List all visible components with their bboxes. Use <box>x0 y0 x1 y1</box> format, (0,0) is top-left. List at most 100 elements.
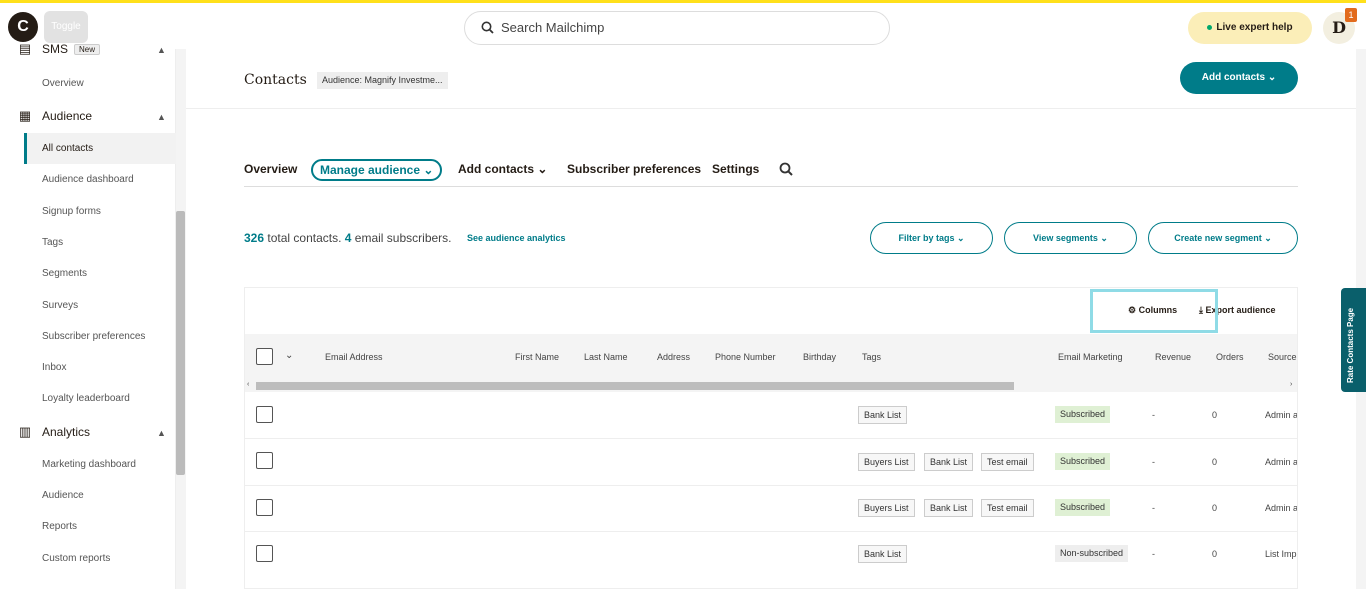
add-contacts-button[interactable]: Add contacts ⌄ <box>1180 62 1298 94</box>
notification-badge: 1 <box>1345 8 1357 22</box>
rate-page-feedback-tab[interactable]: Rate Contacts Page <box>1341 288 1366 392</box>
revenue-cell: - <box>1152 410 1155 420</box>
orders-cell: 0 <box>1212 410 1218 420</box>
row-checkbox[interactable] <box>256 499 273 516</box>
source-cell: List Imp <box>1265 549 1297 559</box>
button-label: View segments <box>1033 233 1098 243</box>
audience-tabs: Overview Manage audience ⌄ Add contacts … <box>244 159 1298 187</box>
status-badge: Non-subscribed <box>1055 545 1129 562</box>
row-checkbox[interactable] <box>256 406 273 423</box>
column-header[interactable]: Tags <box>862 352 881 362</box>
sidebar-section-sms[interactable]: ▤ SMS New <box>16 41 101 57</box>
sidebar <box>0 49 176 589</box>
sidebar-item-marketing-dashboard[interactable]: Marketing dashboard <box>42 459 136 470</box>
button-label: Filter by tags <box>898 233 955 243</box>
column-header[interactable]: First Name <box>515 352 559 362</box>
status-badge: Subscribed <box>1055 406 1111 423</box>
expert-help-label: Live expert help <box>1216 22 1293 33</box>
status-badge: Subscribed <box>1055 499 1111 516</box>
sidebar-section-label: Analytics <box>42 425 91 439</box>
total-count: 326 <box>244 231 265 245</box>
search-input[interactable]: Search Mailchimp <box>464 11 890 45</box>
new-badge: New <box>74 43 101 55</box>
sidebar-item-subscriber-preferences[interactable]: Subscriber preferences <box>42 331 145 342</box>
sidebar-item-tags[interactable]: Tags <box>42 237 63 248</box>
chevron-down-icon: ⌄ <box>1267 72 1277 83</box>
revenue-cell: - <box>1152 503 1155 513</box>
chevron-up-icon[interactable]: ▲ <box>157 428 166 438</box>
row-checkbox[interactable] <box>256 452 273 469</box>
sidebar-item-signup-forms[interactable]: Signup forms <box>42 206 101 217</box>
row-divider <box>245 485 1297 486</box>
mailchimp-logo-icon[interactable]: C <box>8 12 38 42</box>
sidebar-item-loyalty-leaderboard[interactable]: Loyalty leaderboard <box>42 393 130 404</box>
column-header[interactable]: Revenue <box>1155 352 1191 362</box>
contact-summary: 326 total contacts. 4 email subscribers. <box>244 231 452 245</box>
top-bar: C Toggle Search Mailchimp Live expert he… <box>0 3 1366 49</box>
sidebar-item-surveys[interactable]: Surveys <box>42 300 78 311</box>
tab-settings[interactable]: Settings <box>712 162 759 176</box>
tag-chip: Bank List <box>858 545 908 563</box>
audience-icon: ▦ <box>18 108 32 123</box>
column-header[interactable]: Address <box>657 352 690 362</box>
tab-add-contacts[interactable]: Add contacts ⌄ <box>458 162 547 176</box>
column-header[interactable]: Email Address <box>325 352 383 362</box>
sidebar-item-analytics-audience[interactable]: Audience <box>42 490 84 501</box>
orders-cell: 0 <box>1212 549 1218 559</box>
sidebar-section-label: Audience <box>42 109 93 123</box>
sidebar-item-audience-dashboard[interactable]: Audience dashboard <box>42 174 134 185</box>
column-header[interactable]: Source <box>1268 352 1297 362</box>
see-audience-analytics-link[interactable]: See audience analytics <box>467 233 566 243</box>
table-scrollbar-thumb[interactable] <box>256 382 1014 390</box>
live-expert-help-button[interactable]: Live expert help <box>1188 12 1312 44</box>
view-segments-button[interactable]: View segments ⌄ <box>1004 222 1137 254</box>
tag-chip: Buyers List <box>858 453 915 471</box>
sidebar-toggle-button[interactable]: Toggle <box>44 11 88 43</box>
status-badge: Subscribed <box>1055 453 1111 470</box>
tag-chip: Bank List <box>858 406 908 424</box>
orders-cell: 0 <box>1212 457 1218 467</box>
row-divider <box>245 531 1297 532</box>
tag-chip: Bank List <box>924 453 974 471</box>
sidebar-item-custom-reports[interactable]: Custom reports <box>42 553 110 564</box>
column-header[interactable]: Phone Number <box>715 352 776 362</box>
sidebar-scrollbar-thumb[interactable] <box>176 211 185 475</box>
filter-by-tags-button[interactable]: Filter by tags ⌄ <box>870 222 993 254</box>
total-label: total contacts. <box>267 231 342 245</box>
chevron-up-icon[interactable]: ▲ <box>157 45 166 55</box>
sidebar-item-all-contacts[interactable]: All contacts <box>42 143 93 154</box>
sidebar-item-sms-overview[interactable]: Overview <box>42 78 84 89</box>
scroll-left-icon[interactable]: ‹ <box>247 381 249 388</box>
sms-icon: ▤ <box>18 41 32 56</box>
tab-label: Add contacts <box>458 162 535 176</box>
audience-chip[interactable]: Audience: Magnify Investme... <box>317 72 448 89</box>
row-checkbox[interactable] <box>256 545 273 562</box>
create-new-segment-button[interactable]: Create new segment ⌄ <box>1148 222 1298 254</box>
select-all-checkbox[interactable] <box>256 348 273 365</box>
sidebar-section-analytics[interactable]: ▥ Analytics <box>16 424 90 440</box>
sidebar-item-reports[interactable]: Reports <box>42 521 77 532</box>
email-count: 4 <box>344 231 352 245</box>
search-icon[interactable] <box>779 162 793 176</box>
tab-overview[interactable]: Overview <box>244 162 297 176</box>
tag-chip: Buyers List <box>858 499 915 517</box>
column-header[interactable]: Birthday <box>803 352 836 362</box>
chevron-down-icon[interactable]: ⌄ <box>285 350 293 361</box>
tab-subscriber-preferences[interactable]: Subscriber preferences <box>567 162 701 176</box>
column-header[interactable]: Orders <box>1216 352 1244 362</box>
bar-chart-icon: ▥ <box>18 424 32 439</box>
sidebar-section-audience[interactable]: ▦ Audience <box>16 108 92 124</box>
tag-chip: Bank List <box>924 499 974 517</box>
sidebar-item-segments[interactable]: Segments <box>42 268 87 279</box>
source-cell: Admin a <box>1265 457 1297 467</box>
chevron-up-icon[interactable]: ▲ <box>157 112 166 122</box>
tag-chip: Test email <box>981 453 1034 471</box>
sidebar-item-inbox[interactable]: Inbox <box>42 362 66 373</box>
column-header[interactable]: Last Name <box>584 352 628 362</box>
source-cell: Admin a <box>1265 410 1297 420</box>
source-cell: Admin a <box>1265 503 1297 513</box>
column-header[interactable]: Email Marketing <box>1058 352 1123 362</box>
scroll-right-icon[interactable]: › <box>1290 381 1292 388</box>
tab-manage-audience[interactable]: Manage audience ⌄ <box>311 159 443 181</box>
page-title: Contacts <box>244 72 307 88</box>
